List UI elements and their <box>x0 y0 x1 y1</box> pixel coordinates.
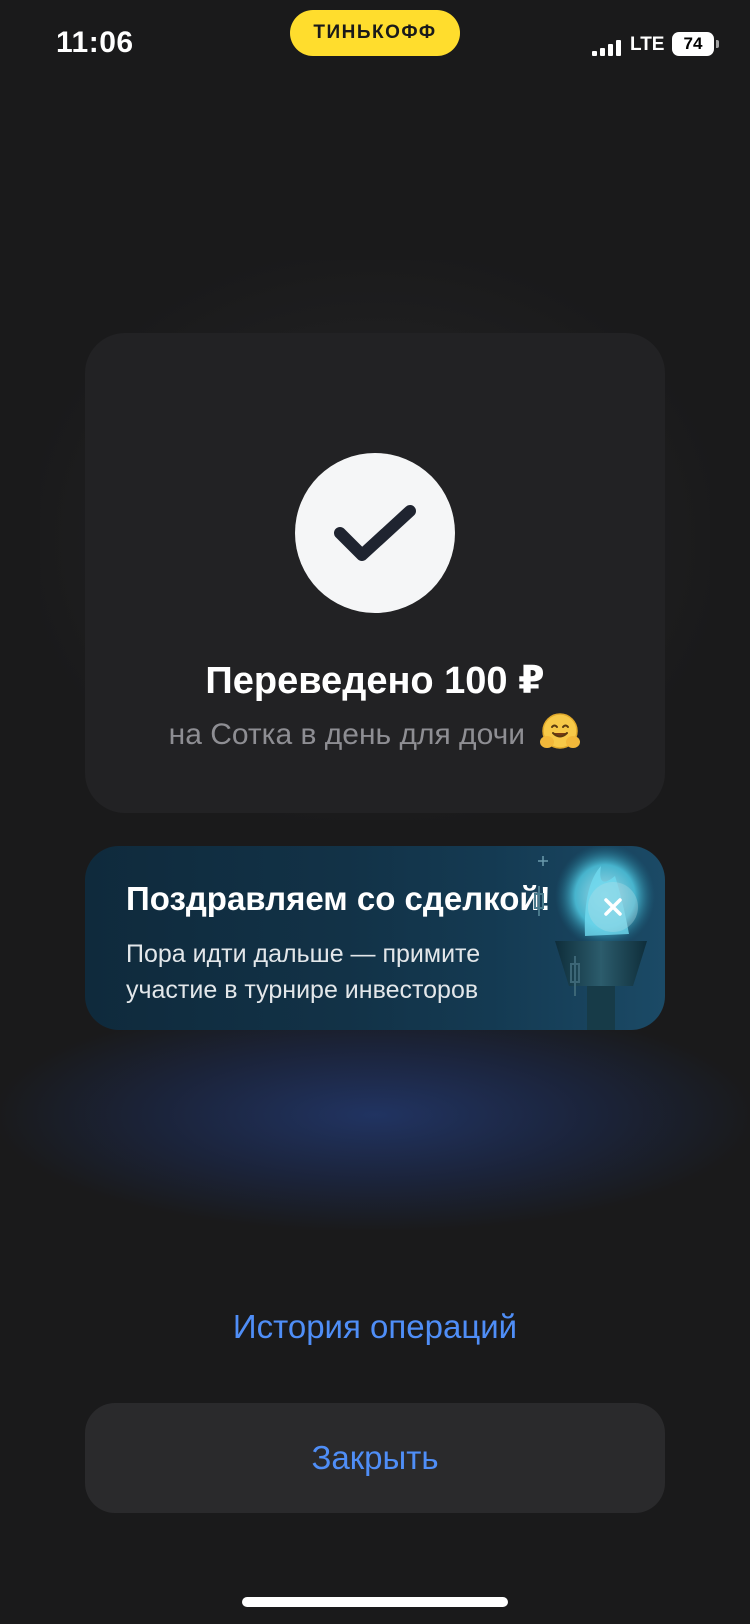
background-glow <box>0 1000 750 1230</box>
status-time: 11:06 <box>56 26 134 59</box>
close-button-label: Закрыть <box>311 1439 439 1476</box>
promo-description: Пора идти дальше — примите участие в тур… <box>126 940 481 1004</box>
battery-icon: 74 <box>672 32 719 56</box>
status-bar: 11:06 ТИНЬКОФФ LTE 74 <box>0 0 750 90</box>
brand-logo: ТИНЬКОФФ <box>290 10 460 56</box>
close-icon[interactable] <box>588 882 638 932</box>
investor-tournament-banner[interactable]: Поздравляем со сделкой! Пора идти дальше… <box>85 846 665 1030</box>
transfer-recipient-text: на Сотка в день для дочи <box>168 717 525 751</box>
network-type: LTE <box>630 34 665 55</box>
success-card: Переведено 100 ₽ на Сотка в день для доч… <box>85 333 665 813</box>
close-button[interactable]: Закрыть <box>85 1403 665 1513</box>
hugging-face-emoji <box>539 711 581 761</box>
transfer-recipient: на Сотка в день для дочи <box>85 711 665 761</box>
promo-title: Поздравляем со сделкой! <box>126 880 551 917</box>
home-indicator[interactable] <box>242 1597 508 1607</box>
cellular-signal-icon <box>592 40 622 56</box>
operations-history-link[interactable]: История операций <box>0 1308 750 1346</box>
transfer-amount-title: Переведено 100 ₽ <box>205 660 545 702</box>
battery-level: 74 <box>683 34 703 53</box>
torch-icon <box>525 846 665 1030</box>
checkmark-icon <box>295 453 455 613</box>
